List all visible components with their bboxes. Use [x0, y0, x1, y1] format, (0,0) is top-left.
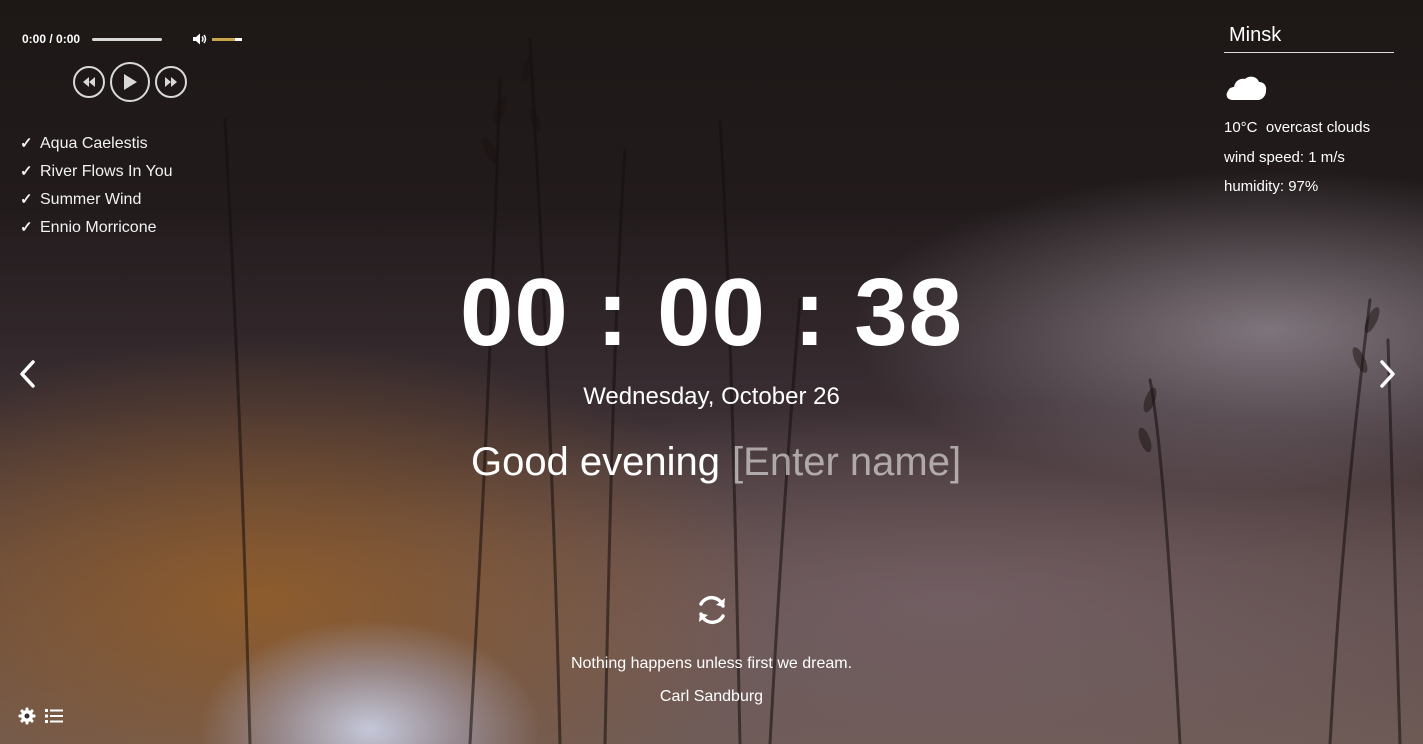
track-time: 0:00 / 0:00 [22, 32, 81, 46]
temperature-row: 10°C overcast clouds [1224, 117, 1394, 139]
cloud-icon [1226, 76, 1267, 100]
play-icon [124, 74, 137, 90]
greeting-text: Good evening [470, 440, 721, 484]
date: Wednesday, October 26 [583, 383, 840, 410]
player-controls [73, 62, 262, 102]
check-icon: ✓ [20, 135, 33, 152]
previous-track-button[interactable] [73, 66, 105, 98]
settings-button[interactable] [18, 707, 36, 730]
city-input[interactable]: Minsk [1224, 22, 1394, 53]
weather-icon-wrap [1224, 73, 1394, 103]
refresh-icon [699, 595, 725, 625]
check-icon: ✓ [20, 191, 33, 208]
change-quote-button[interactable] [694, 592, 730, 628]
check-icon: ✓ [20, 219, 33, 236]
rewind-icon [83, 77, 95, 87]
next-track-button[interactable] [155, 66, 187, 98]
clock: 00 : 00 : 38 [460, 259, 963, 366]
playlist: ✓ Aqua Caelestis ✓ River Flows In You ✓ Sum… [20, 134, 173, 246]
humidity: humidity: 97% [1224, 178, 1319, 195]
volume-icon[interactable] [192, 32, 208, 46]
quote-author: Carl Sandburg [659, 688, 764, 705]
playlist-item[interactable]: ✓ River Flows In You [20, 162, 173, 190]
audio-player: 0:00 / 0:00 [22, 30, 262, 102]
gear-icon [18, 707, 36, 725]
weather-description: overcast clouds [1265, 119, 1371, 136]
track-title: River Flows In You [40, 163, 173, 180]
check-icon: ✓ [20, 163, 33, 180]
todo-list-button[interactable] [45, 708, 63, 729]
list-icon [45, 709, 63, 723]
player-status-row: 0:00 / 0:00 [22, 30, 262, 48]
play-button[interactable] [110, 62, 150, 102]
wind-speed: wind speed: 1 m/s [1224, 149, 1345, 166]
name-input[interactable] [732, 440, 983, 485]
playlist-item[interactable]: ✓ Aqua Caelestis [20, 134, 173, 162]
volume-level [212, 37, 235, 41]
track-title: Aqua Caelestis [40, 135, 148, 152]
weather-widget: Minsk 10°C overcast clouds wind speed: 1… [1224, 22, 1394, 198]
temperature: 10°C [1224, 119, 1258, 136]
track-title: Ennio Morricone [40, 219, 157, 236]
greeting-row: Good evening [0, 440, 1423, 485]
background-image [223, 38, 1402, 744]
volume-slider[interactable] [212, 37, 242, 41]
playlist-item[interactable]: ✓ Ennio Morricone [20, 218, 173, 246]
track-title: Summer Wind [40, 191, 142, 208]
bottom-toolbar [18, 707, 63, 730]
playlist-item[interactable]: ✓ Summer Wind [20, 190, 173, 218]
fast-forward-icon [165, 77, 177, 87]
progress-bar[interactable] [92, 37, 162, 41]
quote-text: Nothing happens unless first we dream. [570, 655, 853, 672]
